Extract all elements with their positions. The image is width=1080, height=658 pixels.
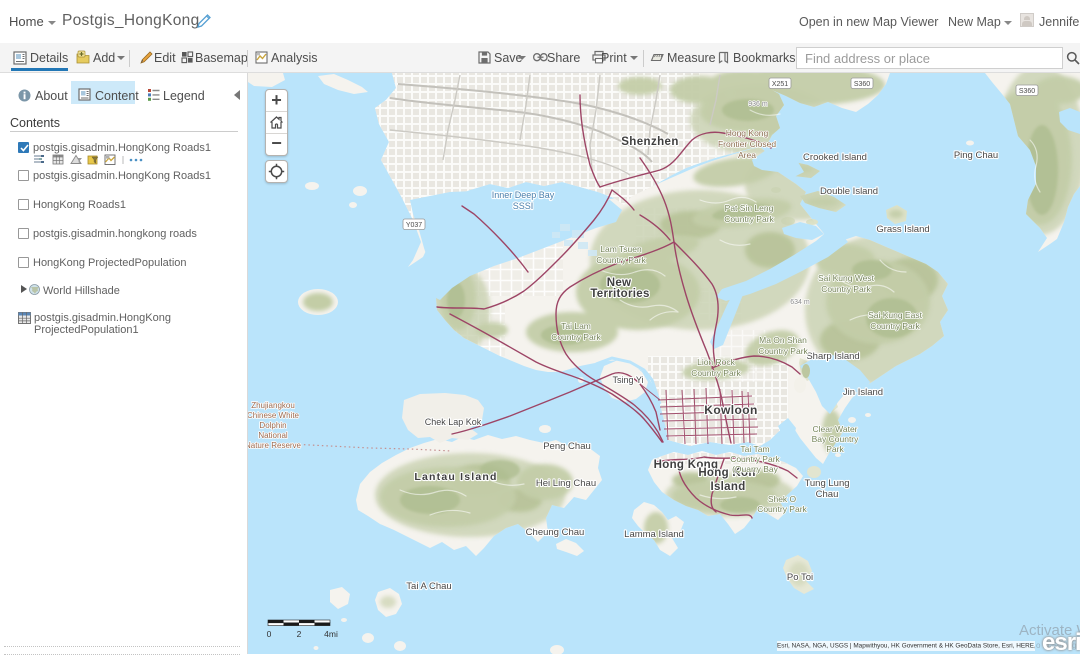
svg-text:Kowloon: Kowloon (704, 403, 757, 417)
svg-text:Country Park: Country Park (870, 321, 920, 331)
svg-text:Country Park: Country Park (757, 504, 807, 514)
svg-text:Nature Reserve: Nature Reserve (248, 441, 302, 450)
svg-text:Ping Chau: Ping Chau (954, 150, 998, 161)
svg-text:Lam Tsuen: Lam Tsuen (600, 244, 642, 254)
svg-text:Hei Ling Chau: Hei Ling Chau (536, 478, 596, 489)
svg-text:X251: X251 (772, 81, 788, 88)
svg-text:Tai Tam: Tai Tam (740, 444, 769, 454)
svg-text:Country Park: Country Park (758, 346, 808, 356)
svg-text:Country Park: Country Park (691, 368, 741, 378)
svg-text:Country Park: Country Park (551, 332, 601, 342)
svg-text:Country Park: Country Park (821, 284, 871, 294)
svg-text:Lantau Island: Lantau Island (414, 471, 497, 483)
svg-text:Pat Sin Leng: Pat Sin Leng (725, 203, 774, 213)
svg-text:Grass Island: Grass Island (876, 224, 929, 235)
svg-text:Shenzhen: Shenzhen (621, 136, 679, 148)
svg-text:Lion Rock: Lion Rock (697, 357, 736, 367)
svg-text:Tai A Chau: Tai A Chau (406, 581, 451, 592)
svg-text:Ma On Shan: Ma On Shan (759, 335, 807, 345)
svg-text:4mi: 4mi (324, 629, 338, 639)
svg-text:Y037: Y037 (406, 222, 422, 229)
svg-text:S360: S360 (854, 81, 870, 88)
svg-text:Country Park: Country Park (724, 214, 774, 224)
svg-text:Zhujiangkou: Zhujiangkou (251, 401, 295, 410)
svg-text:Double Island: Double Island (820, 186, 878, 197)
svg-text:Tsing Yi: Tsing Yi (612, 375, 643, 385)
svg-text:Park: Park (826, 444, 844, 454)
svg-text:Shek O: Shek O (768, 494, 797, 504)
svg-text:National: National (258, 431, 288, 440)
svg-text:Tai Lam: Tai Lam (561, 321, 591, 331)
svg-text:Crooked Island: Crooked Island (803, 152, 867, 163)
svg-text:Clear Water: Clear Water (812, 424, 857, 434)
svg-text:Chinese White: Chinese White (248, 411, 300, 420)
svg-text:Territories: Territories (590, 288, 649, 300)
svg-text:Country Park: Country Park (730, 454, 780, 464)
svg-text:Po Toi: Po Toi (787, 572, 813, 583)
svg-text:Bay Country: Bay Country (812, 434, 860, 444)
svg-text:Peng Chau: Peng Chau (543, 441, 591, 452)
svg-text:(Quarry Bay: (Quarry Bay (732, 464, 779, 474)
svg-text:Tung Lung: Tung Lung (804, 478, 849, 489)
svg-text:Hong Kong: Hong Kong (726, 128, 769, 138)
svg-text:Sai Kung East: Sai Kung East (868, 310, 923, 320)
svg-text:2: 2 (297, 629, 302, 639)
svg-text:634 m: 634 m (790, 299, 810, 306)
svg-text:Jin Island: Jin Island (843, 387, 883, 398)
svg-text:Inner Deep Bay: Inner Deep Bay (492, 190, 555, 200)
svg-text:Sai Kung West: Sai Kung West (818, 273, 875, 283)
svg-text:Chau: Chau (816, 489, 839, 500)
svg-text:Island: Island (710, 481, 745, 493)
svg-text:Area: Area (738, 150, 756, 160)
svg-text:936 m: 936 m (748, 101, 768, 108)
svg-text:Lamma Island: Lamma Island (624, 529, 684, 540)
svg-text:Sharp Island: Sharp Island (806, 351, 859, 362)
svg-text:Cheung Chau: Cheung Chau (526, 527, 585, 538)
svg-text:0: 0 (267, 629, 272, 639)
svg-text:S360: S360 (1019, 88, 1035, 95)
svg-text:Chek Lap Kok: Chek Lap Kok (425, 417, 482, 427)
svg-text:SSSI: SSSI (513, 201, 534, 211)
svg-text:Country Park: Country Park (596, 255, 646, 265)
svg-text:Frontier Closed: Frontier Closed (718, 139, 776, 149)
svg-text:Dolphin: Dolphin (259, 421, 286, 430)
